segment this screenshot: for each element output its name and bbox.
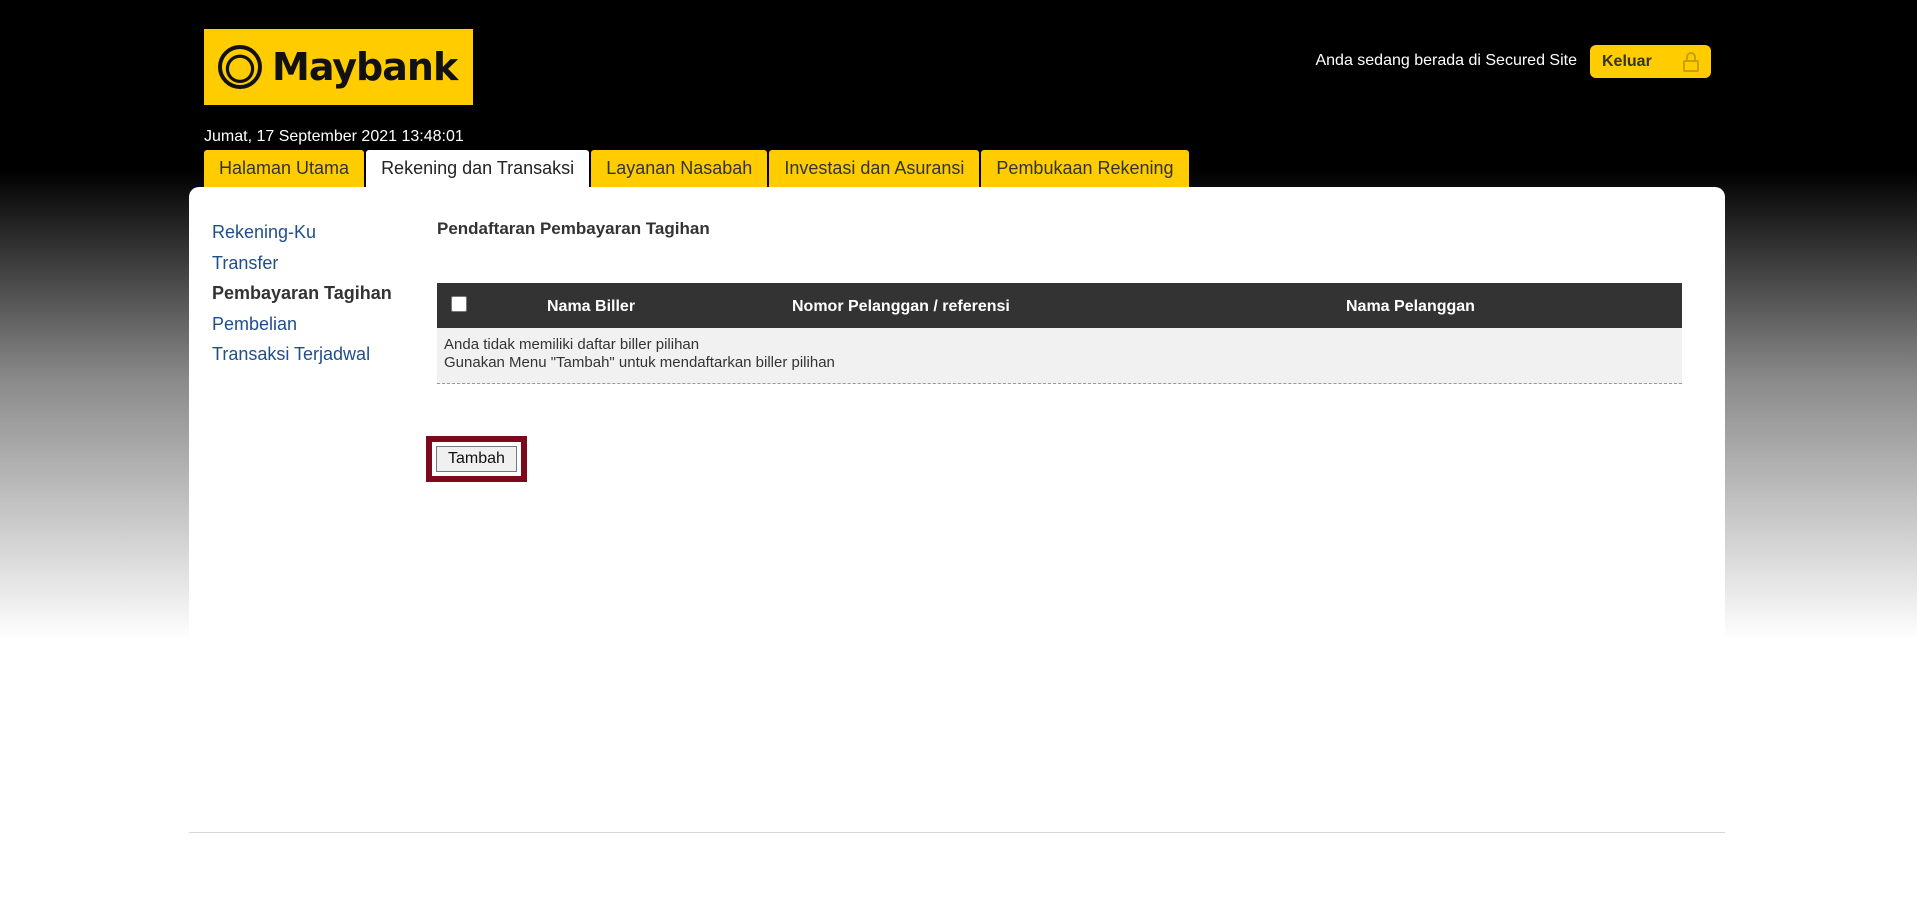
empty-state-hint: Gunakan Menu "Tambah" untuk mendaftarkan… <box>444 354 835 371</box>
biller-table: Nama Biller Nomor Pelanggan / referensi … <box>426 283 1682 482</box>
empty-state-message: Anda tidak memiliki daftar biller piliha… <box>444 336 700 353</box>
logout-button[interactable]: Keluar <box>1590 45 1711 78</box>
sidebar-item-pembelian[interactable]: Pembelian <box>212 309 392 340</box>
sidebar-nav: Rekening-Ku Transfer Pembayaran Tagihan … <box>212 217 392 370</box>
sidebar-item-transfer[interactable]: Transfer <box>212 248 392 279</box>
tab-rekening-dan-transaksi[interactable]: Rekening dan Transaksi <box>366 150 590 187</box>
tab-investasi-dan-asuransi[interactable]: Investasi dan Asuransi <box>769 150 980 187</box>
column-header-nama-biller: Nama Biller <box>547 298 636 315</box>
sidebar-item-rekening-ku[interactable]: Rekening-Ku <box>212 217 392 248</box>
content-panel: Rekening-Ku Transfer Pembayaran Tagihan … <box>189 187 1725 833</box>
column-header-nomor-pelanggan: Nomor Pelanggan / referensi <box>792 298 1010 315</box>
tiger-logo-icon <box>218 45 262 89</box>
page-title: Pendaftaran Pembayaran Tagihan <box>437 219 710 238</box>
main-tabs: Halaman Utama Rekening dan Transaksi Lay… <box>204 150 1191 187</box>
maybank-logo[interactable]: Maybank <box>204 29 473 105</box>
empty-state-row: Anda tidak memiliki daftar biller piliha… <box>437 328 1682 384</box>
secured-site-text: Anda sedang berada di Secured Site <box>1315 52 1577 69</box>
current-datetime: Jumat, 17 September 2021 13:48:01 <box>204 128 464 145</box>
column-header-nama-pelanggan: Nama Pelanggan <box>1346 298 1475 315</box>
sidebar-item-transaksi-terjadwal[interactable]: Transaksi Terjadwal <box>212 339 392 370</box>
tab-layanan-nasabah[interactable]: Layanan Nasabah <box>591 150 768 187</box>
tab-pembukaan-rekening[interactable]: Pembukaan Rekening <box>981 150 1189 187</box>
add-biller-button[interactable]: Tambah <box>436 446 517 472</box>
table-header: Nama Biller Nomor Pelanggan / referensi … <box>437 283 1682 328</box>
main-content: Pendaftaran Pembayaran Tagihan Nama Bill… <box>426 219 1682 482</box>
logout-label: Keluar <box>1602 52 1652 70</box>
tab-halaman-utama[interactable]: Halaman Utama <box>204 150 365 187</box>
select-all-checkbox[interactable] <box>451 296 467 312</box>
brand-name: Maybank <box>272 45 458 89</box>
sidebar-item-pembayaran-tagihan[interactable]: Pembayaran Tagihan <box>212 278 392 309</box>
add-button-highlight: Tambah <box>426 436 527 482</box>
lock-icon <box>1683 51 1699 72</box>
